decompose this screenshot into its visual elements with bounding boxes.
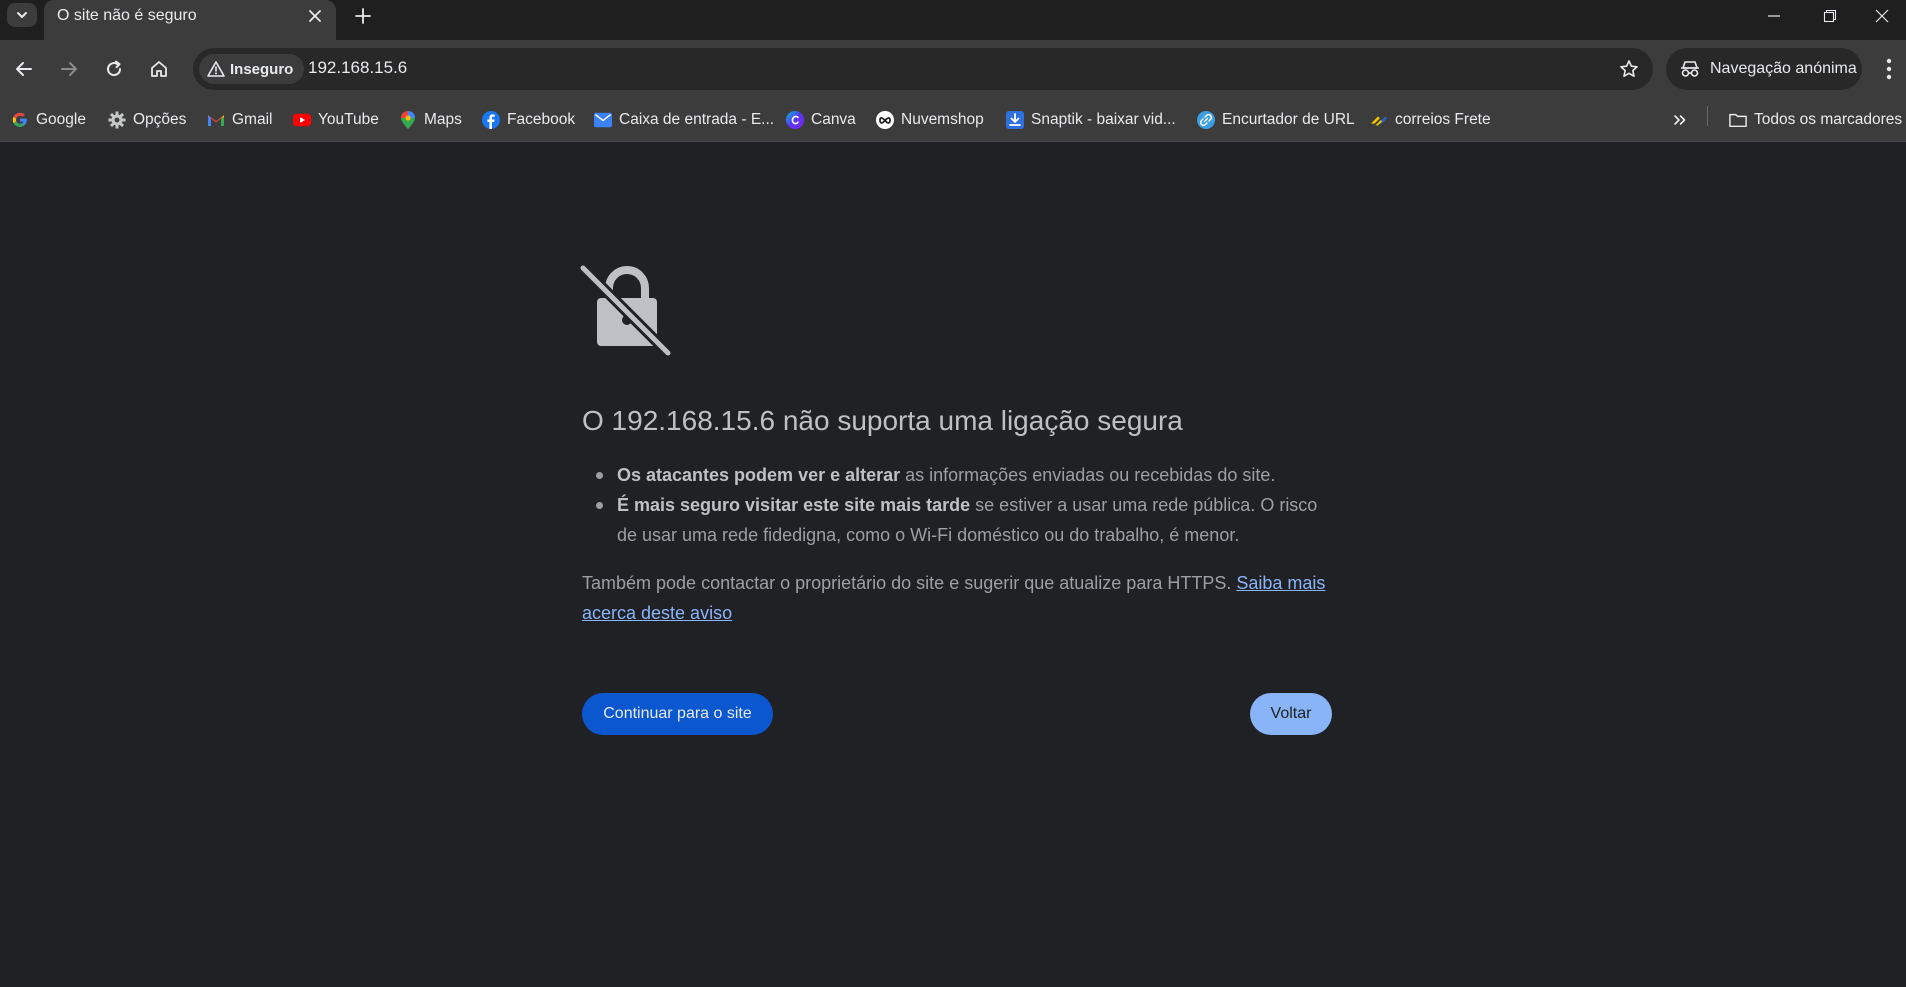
back-nav-button[interactable] xyxy=(7,52,41,86)
bookmark-label: Maps xyxy=(424,111,462,128)
all-bookmarks-label: Todos os marcadores xyxy=(1754,111,1903,128)
warning-item: Os atacantes podem ver e alterar as info… xyxy=(582,460,1342,490)
all-bookmarks-button[interactable]: Todos os marcadores xyxy=(1729,106,1902,134)
bookmark-label: Snaptik - baixar vid... xyxy=(1031,111,1176,128)
arrow-right-icon xyxy=(61,62,77,76)
tab-active[interactable]: O site não é seguro xyxy=(44,0,336,40)
folder-icon xyxy=(1729,111,1747,129)
warning-list: Os atacantes podem ver e alterar as info… xyxy=(582,460,1342,550)
browser-menu-button[interactable] xyxy=(1876,54,1902,84)
maps-icon xyxy=(399,111,417,129)
reload-button[interactable] xyxy=(97,52,131,86)
contact-owner-text: Também pode contactar o proprietário do … xyxy=(582,573,1237,593)
bookmark-nuvemshop[interactable]: Nuvemshop xyxy=(876,106,984,134)
star-icon xyxy=(1620,60,1638,77)
correios-icon xyxy=(1370,111,1388,129)
warning-item: É mais seguro visitar este site mais tar… xyxy=(582,490,1342,550)
bookmark-maps[interactable]: Maps xyxy=(399,106,462,134)
home-button[interactable] xyxy=(142,52,176,86)
tab-search-button[interactable] xyxy=(7,3,37,27)
browser-toolbar: Inseguro 192.168.15.6 Navegação anónima xyxy=(0,40,1906,98)
continue-to-site-button[interactable]: Continuar para o site xyxy=(582,693,773,735)
gmail-icon xyxy=(207,111,225,129)
close-icon xyxy=(1875,9,1889,23)
bookmark-correios[interactable]: correios Frete xyxy=(1370,106,1491,134)
new-tab-button[interactable] xyxy=(350,3,376,29)
bookmark-label: Encurtador de URL xyxy=(1222,111,1355,128)
minimize-icon xyxy=(1768,15,1780,17)
tab-close-button[interactable] xyxy=(303,4,327,28)
warning-item-text: as informações enviadas ou recebidas do … xyxy=(900,465,1276,485)
page-heading: O 192.168.15.6 não suporta uma ligação s… xyxy=(582,405,1183,436)
bookmark-star-button[interactable] xyxy=(1617,57,1641,81)
bookmark-label: YouTube xyxy=(318,111,379,128)
bookmark-caixa-entrada[interactable]: Caixa de entrada - E... xyxy=(594,106,774,134)
bookmark-opcoes[interactable]: Opções xyxy=(108,106,186,134)
bookmark-label: Canva xyxy=(811,111,856,128)
restore-button[interactable] xyxy=(1802,0,1858,32)
incognito-indicator[interactable]: Navegação anónima xyxy=(1666,48,1862,90)
youtube-icon xyxy=(293,111,311,129)
gear-icon xyxy=(108,111,126,129)
bookmark-label: Caixa de entrada - E... xyxy=(619,111,775,128)
more-vert-icon xyxy=(1886,58,1892,80)
google-icon xyxy=(11,111,29,129)
tab-strip: O site não é seguro xyxy=(0,0,1906,40)
mail-icon xyxy=(594,111,612,129)
home-icon xyxy=(151,61,167,77)
bookmark-snaptik[interactable]: Snaptik - baixar vid... xyxy=(1006,106,1176,134)
bookmarks-bar: Google Opções Gmail YouTube Maps Faceboo… xyxy=(0,98,1906,142)
nuvemshop-icon xyxy=(876,111,894,129)
security-chip-label: Inseguro xyxy=(230,60,294,78)
contact-owner-paragraph: Também pode contactar o proprietário do … xyxy=(582,568,1334,628)
bookmark-label: Gmail xyxy=(232,111,273,128)
restore-icon xyxy=(1823,9,1837,23)
link-icon xyxy=(1197,111,1215,129)
bookmark-facebook[interactable]: Facebook xyxy=(482,106,575,134)
bookmark-gmail[interactable]: Gmail xyxy=(207,106,272,134)
reload-icon xyxy=(107,60,122,77)
address-bar[interactable]: Inseguro 192.168.15.6 xyxy=(193,48,1653,90)
arrow-left-icon xyxy=(16,62,32,76)
broken-lock-icon xyxy=(580,262,672,356)
warning-item-bold: Os atacantes podem ver e alterar xyxy=(617,465,901,485)
bookmark-label: correios Frete xyxy=(1395,111,1491,128)
incognito-label: Navegação anónima xyxy=(1710,60,1857,77)
bookmark-label: Facebook xyxy=(507,111,576,128)
canva-icon xyxy=(786,111,804,129)
bookmarks-divider xyxy=(1707,106,1708,126)
bookmarks-overflow-button[interactable] xyxy=(1669,106,1691,134)
bookmark-google[interactable]: Google xyxy=(11,106,86,134)
bookmark-youtube[interactable]: YouTube xyxy=(293,106,379,134)
bookmark-label: Opções xyxy=(133,111,187,128)
facebook-icon xyxy=(482,111,500,129)
bookmark-encurtador[interactable]: Encurtador de URL xyxy=(1197,106,1355,134)
back-button[interactable]: Voltar xyxy=(1250,693,1332,735)
warning-icon xyxy=(207,61,225,77)
chevron-down-icon xyxy=(17,12,27,18)
tab-title: O site não é seguro xyxy=(57,7,197,24)
security-chip[interactable]: Inseguro xyxy=(199,54,305,84)
bookmark-label: Google xyxy=(36,111,86,128)
chevron-double-right-icon xyxy=(1674,115,1686,125)
incognito-icon xyxy=(1681,61,1699,77)
minimize-button[interactable] xyxy=(1746,0,1802,32)
bookmark-label: Nuvemshop xyxy=(901,111,984,128)
warning-item-bold: É mais seguro visitar este site mais tar… xyxy=(617,495,971,515)
plus-icon xyxy=(355,8,371,24)
close-icon xyxy=(309,10,321,22)
close-window-button[interactable] xyxy=(1858,0,1906,32)
download-icon xyxy=(1006,111,1024,129)
bookmark-canva[interactable]: Canva xyxy=(786,106,856,134)
url-text[interactable]: 192.168.15.6 xyxy=(308,58,407,78)
forward-nav-button[interactable] xyxy=(52,52,86,86)
